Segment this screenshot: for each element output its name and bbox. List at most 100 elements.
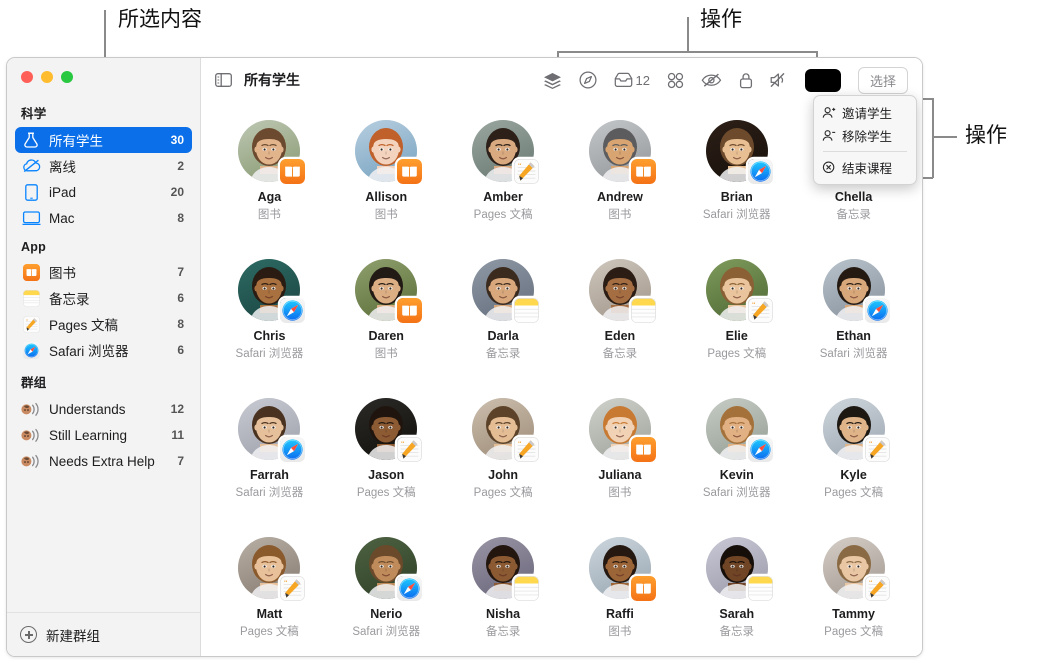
sidebar-item-still-learning[interactable]: Still Learning 11: [15, 422, 192, 448]
screen-black-icon[interactable]: [804, 68, 841, 92]
menu-item-remove-student[interactable]: 移除学生: [814, 124, 916, 147]
student-card[interactable]: Kevin Safari 浏览器: [678, 388, 795, 527]
ipad-icon: [21, 183, 41, 201]
student-name: Daren: [368, 329, 404, 343]
avatar-wrap: [705, 120, 773, 184]
speaker-mute-icon[interactable]: [770, 72, 788, 88]
avatar-wrap: [705, 537, 773, 601]
avatar-wrap: [588, 259, 656, 323]
sidebar-item-understands[interactable]: Understands 12: [15, 396, 192, 422]
navigate-compass-icon[interactable]: [578, 71, 597, 89]
plus-icon: [20, 626, 37, 643]
menu-item-label: 结束课程: [842, 162, 893, 176]
student-card[interactable]: Eden 备忘录: [562, 249, 679, 388]
toolbar: 所有学生 12 选择: [201, 58, 922, 102]
new-group-button[interactable]: 新建群组: [7, 612, 200, 656]
sidebar-item-mac[interactable]: Mac 8: [15, 205, 192, 231]
sidebar-item-needs-extra-help[interactable]: Needs Extra Help 7: [15, 448, 192, 474]
svg-text:“: “: [518, 439, 522, 448]
sidebar-item-图书[interactable]: 图书 7: [15, 259, 192, 285]
pages-app-icon: “: [397, 437, 423, 462]
student-card[interactable]: Brian Safari 浏览器: [678, 110, 795, 249]
student-name: Allison: [365, 190, 408, 204]
sidebar-item-label: 备忘录: [49, 292, 90, 307]
zoom-button[interactable]: [61, 71, 73, 83]
books-app-icon: [397, 298, 423, 323]
menu-item-label: 邀请学生: [842, 107, 893, 121]
safari-app-icon: [21, 341, 41, 359]
student-app: Safari 浏览器: [702, 209, 771, 221]
sidebar-item-label: Safari 浏览器: [49, 344, 129, 359]
student-name: Darla: [487, 329, 519, 343]
student-card[interactable]: “ Matt Pages 文稿: [211, 527, 328, 656]
student-card[interactable]: “ Tammy Pages 文稿: [795, 527, 912, 656]
sidebar-item-离线[interactable]: 离线 2: [15, 153, 192, 179]
avatar-wrap: [238, 120, 306, 184]
grid-apps-icon[interactable]: [667, 72, 684, 89]
sidebar-item-safari-浏览器[interactable]: Safari 浏览器 6: [15, 337, 192, 363]
student-card[interactable]: Allison 图书: [328, 110, 445, 249]
layers-icon[interactable]: [543, 72, 562, 89]
student-card[interactable]: Sarah 备忘录: [678, 527, 795, 656]
student-card[interactable]: Andrew 图书: [562, 110, 679, 249]
student-name: Juliana: [598, 468, 642, 482]
student-card[interactable]: Nisha 备忘录: [445, 527, 562, 656]
student-app: Pages 文稿: [473, 487, 533, 499]
sidebar-item-所有学生[interactable]: 所有学生 30: [15, 127, 192, 153]
pages-app-icon: “: [747, 298, 773, 323]
student-card[interactable]: Aga 图书: [211, 110, 328, 249]
student-app: 备忘录: [485, 626, 521, 638]
sidebar-item-ipad[interactable]: iPad 20: [15, 179, 192, 205]
student-card[interactable]: Raffi 图书: [562, 527, 679, 656]
class-flask-icon: [21, 131, 41, 149]
close-button[interactable]: [21, 71, 33, 83]
student-card[interactable]: “ Kyle Pages 文稿: [795, 388, 912, 527]
student-card[interactable]: Juliana 图书: [562, 388, 679, 527]
student-card[interactable]: Chris Safari 浏览器: [211, 249, 328, 388]
sidebar-item-count: 2: [177, 159, 184, 173]
student-card[interactable]: Farrah Safari 浏览器: [211, 388, 328, 527]
sidebar-item-label: Mac: [49, 210, 75, 226]
student-card[interactable]: “ Jason Pages 文稿: [328, 388, 445, 527]
pages-app-icon: “: [21, 315, 41, 333]
student-name: Matt: [256, 607, 283, 621]
inbox-icon[interactable]: 12: [614, 72, 650, 88]
sidebar: 科学 所有学生 30 离线 2 iPad 20 Mac 8 App 图书 7 备忘录 6 “ Pages 文稿…: [7, 58, 201, 656]
student-name: Andrew: [596, 190, 643, 204]
student-card[interactable]: Nerio Safari 浏览器: [328, 527, 445, 656]
student-card[interactable]: “ Elie Pages 文稿: [678, 249, 795, 388]
student-grid: Aga 图书 Allison 图书 “ Amber Pages 文稿 Andrew 图书 Bria…: [201, 102, 922, 656]
notes-app-icon: [630, 298, 656, 323]
student-card[interactable]: Darla 备忘录: [445, 249, 562, 388]
sidebar-section-header: 群组: [21, 376, 47, 390]
end-class-icon: [822, 161, 836, 174]
minimize-button[interactable]: [41, 71, 53, 83]
student-card[interactable]: Daren 图书: [328, 249, 445, 388]
student-app: Pages 文稿: [824, 487, 883, 499]
annotation-label-actions-right: 操作: [965, 124, 1007, 147]
lock-icon[interactable]: [739, 72, 753, 89]
sidebar-toggle-icon[interactable]: [215, 73, 232, 87]
sidebar-item-pages-文稿[interactable]: “ Pages 文稿 8: [15, 311, 192, 337]
student-card[interactable]: “ John Pages 文稿: [445, 388, 562, 527]
annotation-leader-actions-top: [687, 17, 689, 52]
page-title: 所有学生: [244, 72, 300, 88]
select-button[interactable]: 选择: [857, 66, 908, 94]
sidebar-item-label: 离线: [49, 160, 76, 175]
sidebar-item-备忘录[interactable]: 备忘录 6: [15, 285, 192, 311]
notes-app-icon: [21, 289, 41, 307]
avatar-wrap: [588, 120, 656, 184]
svg-text:“: “: [284, 578, 288, 587]
student-card[interactable]: “ Amber Pages 文稿: [445, 110, 562, 249]
avatar-wrap: “: [705, 259, 773, 323]
eye-slash-icon[interactable]: [701, 72, 722, 88]
student-name: Farrah: [249, 468, 289, 482]
sidebar-item-count: 12: [170, 402, 184, 416]
menu-item-end-class[interactable]: 结束课程: [814, 156, 916, 179]
student-card[interactable]: Ethan Safari 浏览器: [795, 249, 912, 388]
avatar-wrap: [355, 120, 423, 184]
student-name: Tammy: [832, 607, 875, 621]
menu-item-invite-student[interactable]: 邀请学生: [814, 101, 916, 124]
annotation-bracket-actions-right: [932, 98, 934, 178]
student-app: 备忘录: [719, 626, 754, 638]
